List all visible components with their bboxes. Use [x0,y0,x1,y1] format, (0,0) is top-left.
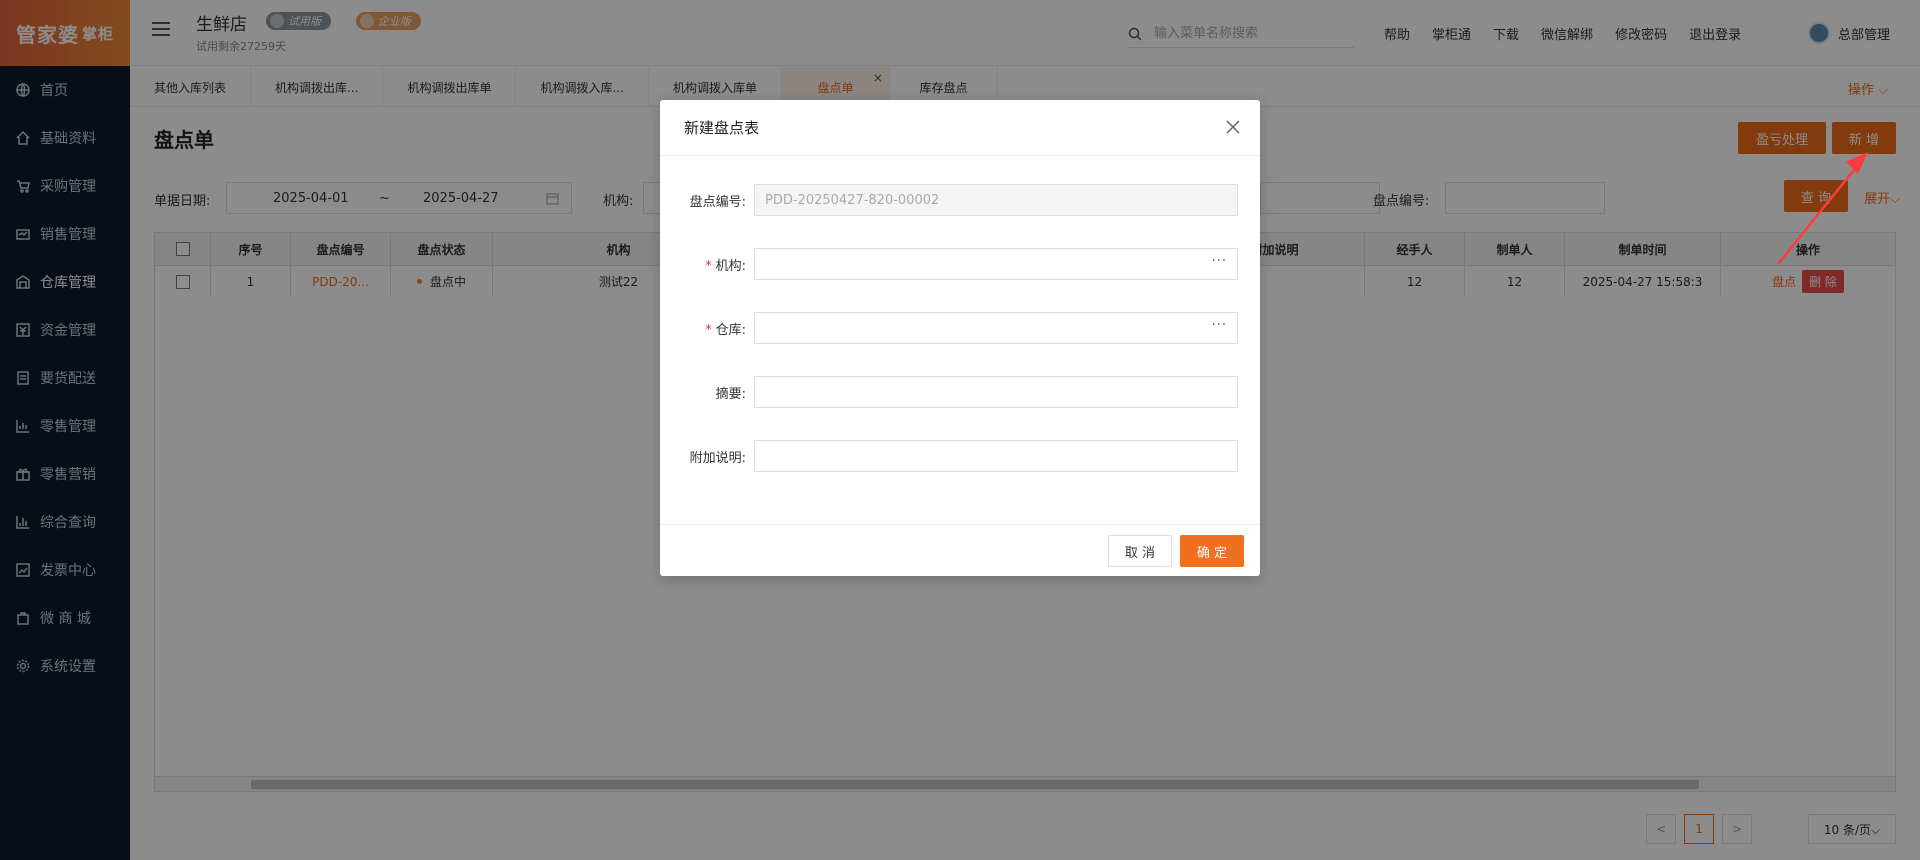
confirm-button[interactable]: 确 定 [1180,535,1244,567]
note-input[interactable] [765,448,1237,464]
org-field-label: * 机构: [705,258,746,274]
warehouse-field[interactable]: ··· [754,312,1238,344]
org-picker-icon[interactable]: ··· [1212,254,1227,269]
note-field[interactable] [754,440,1238,472]
dialog-header: 新建盘点表 [660,100,1260,156]
required-mark: * [705,322,712,338]
warehouse-picker-icon[interactable]: ··· [1212,318,1227,333]
summary-row: 摘要: [660,376,1260,408]
code-row: 盘点编号: [660,184,1260,216]
note-row: 附加说明: [660,440,1260,472]
summary-input[interactable] [765,384,1237,400]
close-icon[interactable] [1226,120,1240,134]
cancel-button[interactable]: 取 消 [1108,535,1172,567]
required-mark: * [705,258,712,274]
org-field[interactable]: ··· [754,248,1238,280]
org-input[interactable] [765,256,1237,272]
new-stocktake-dialog: 新建盘点表 盘点编号: *机构: ··· *仓库: ··· 摘要: 附加说明: … [660,100,1260,576]
code-label: 盘点编号: [689,194,746,210]
dialog-footer: 取 消 确 定 [660,524,1260,576]
code-field [754,184,1238,216]
summary-field[interactable] [754,376,1238,408]
warehouse-field-label: * 仓库: [705,322,746,338]
dialog-title: 新建盘点表 [684,119,760,137]
summary-label: 摘要: [715,386,746,402]
org-row: * 机构: ··· [660,248,1260,280]
warehouse-row: * 仓库: ··· [660,312,1260,344]
warehouse-input[interactable] [765,320,1237,336]
code-input [765,192,1237,208]
note-label: 附加说明: [689,450,746,466]
